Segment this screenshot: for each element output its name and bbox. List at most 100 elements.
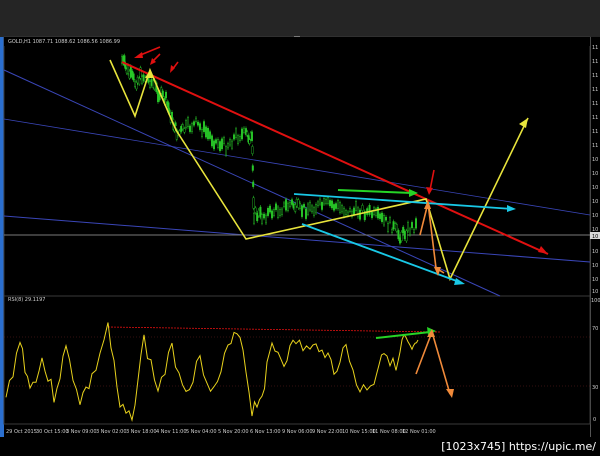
candle-body [251,165,254,171]
rsi-tick: 70 [592,326,598,332]
candle-body [397,230,400,240]
trendline-red [121,61,549,255]
candle-body [402,226,405,233]
candle-body [387,222,390,232]
price-tick: 10 [592,185,598,191]
candle-body [297,199,300,209]
price-tick: 10 [592,277,598,283]
candle-body [250,131,253,141]
candle-body [325,198,328,204]
candle-body [333,204,336,211]
candle-body [204,126,207,138]
price-tick: 10 [592,263,598,269]
symbol-label: GOLD,H1 1087.71 1088.62 1086.56 1086.99 [8,39,120,45]
candle-body [383,215,386,226]
candle-body [188,125,191,132]
candle-body [192,121,195,126]
candle-body [271,210,274,219]
candle-body [329,200,332,207]
candle-body [355,201,358,211]
candle-body [389,217,392,223]
price-axis-labels: 11 11 11 11 11 11 11 11 10 10 10 10 10 1… [590,45,600,295]
candle-body [343,207,346,217]
candle-body [242,127,245,133]
price-tick: 10 [592,249,598,255]
candle-body [236,135,239,144]
candle-body [327,197,330,204]
candle-body [331,200,334,209]
candle-body [257,209,260,217]
price-tick: 10 [592,289,598,295]
candle-body [415,218,418,229]
candle-body [341,205,344,213]
price-tick: 11 [592,59,598,65]
red-arrow-4 [429,169,435,191]
candle-body [289,202,292,207]
candle-body [267,208,270,216]
candle-body [160,87,163,94]
time-tick: 30 Oct 15:00 [36,429,69,435]
candle-body [161,90,164,98]
candle-body [299,202,302,209]
candle-body [214,139,217,144]
zigzag-arrowhead [519,118,528,128]
time-tick: 29 Oct 2015 [6,429,37,435]
candle-body [317,201,320,207]
time-axis-labels: 29 Oct 2015 30 Oct 15:00 3 Nov 09:00 3 N… [6,429,436,435]
candle-body [349,208,352,212]
candle-body [220,138,223,150]
price-panel-border [3,36,591,297]
candle-body [309,201,312,211]
candle-body [174,122,177,127]
candle-body [301,205,304,217]
price-tick: 10 [592,171,598,177]
candle-body [313,207,316,216]
candle-body [180,126,183,132]
time-tick: 3 Nov 09:00 [66,429,97,435]
time-tick: 3 Nov 02:00 [96,429,127,435]
candle-body [345,210,348,215]
candle-body [181,124,184,130]
candle-body [200,129,203,137]
candle-body [273,209,276,216]
candle-body [194,117,197,122]
time-tick: 9 Nov 06:00 [282,429,313,435]
candle-body [292,203,295,209]
zigzag-yellow [109,59,529,282]
candle-body [186,117,189,128]
candle-body [256,212,259,222]
rsi-tick: 100 [591,298,600,304]
candle-body [400,231,403,241]
candle-body [357,207,360,218]
candle-body [409,228,412,235]
candle-body [210,135,213,147]
rsi-label: RSI(8) 29.1197 [8,297,45,303]
candle-body [232,134,235,140]
blue-channel-line-1 [3,69,501,297]
time-tick: 9 Nov 22:00 [312,429,343,435]
candle-body [206,128,209,140]
candle-body [196,121,199,126]
chart-canvas[interactable]: GOLD,H1 1087.71 1088.62 1086.56 1086.99 … [0,0,600,456]
candle-body [361,205,364,211]
green-arrow-price [337,189,413,194]
candle-body [323,197,326,205]
candle-body [138,78,141,85]
candle-body [150,78,153,86]
candle-body [394,223,397,229]
time-tick: 5 Nov 20:00 [218,429,249,435]
candle-body [142,74,145,82]
candle-body [359,209,362,220]
candle-body [381,212,384,222]
candle-body [277,206,280,218]
watermark: [1023x745] https://upic.me/ [432,438,600,456]
candle-body [319,198,322,205]
rsi-panel-border [3,295,591,425]
trendline-red-arrowhead [538,246,548,254]
candle-body [234,128,237,138]
candle-body [248,139,251,144]
candle-body [405,230,408,242]
candle-body [347,211,350,216]
price-tick: 10 [592,157,598,163]
time-tick: 6 Nov 13:00 [250,429,281,435]
